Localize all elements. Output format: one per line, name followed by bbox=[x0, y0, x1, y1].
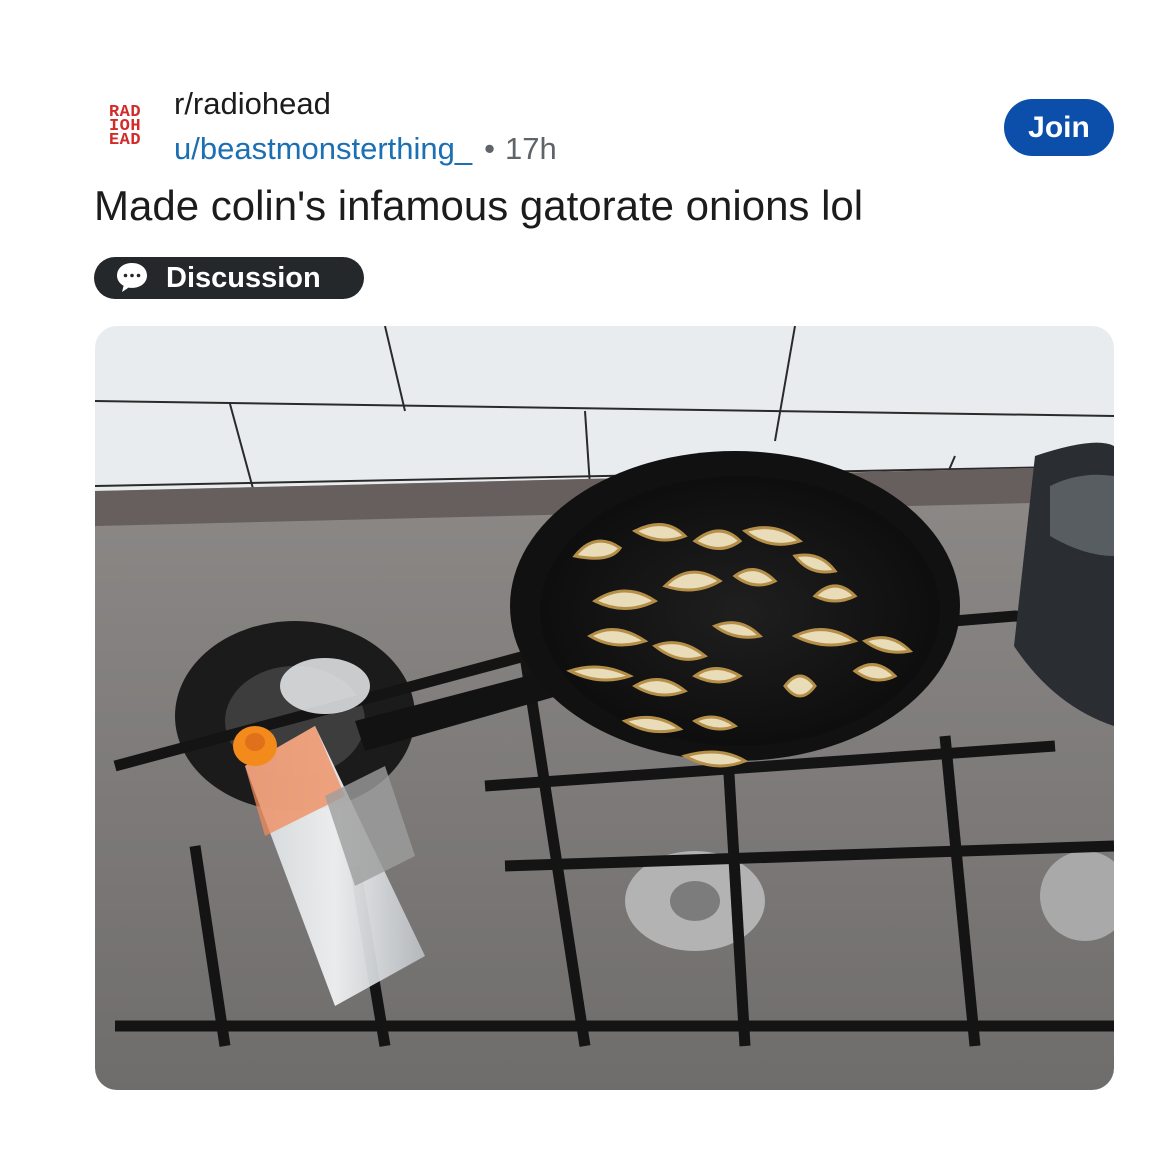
post-flair[interactable]: Discussion bbox=[94, 257, 364, 299]
flair-label: Discussion bbox=[166, 261, 321, 294]
bottle-cap bbox=[280, 658, 370, 714]
join-button[interactable]: Join bbox=[1004, 99, 1114, 156]
meta-separator: • bbox=[484, 131, 495, 166]
post-card: RAD IOH EAD r/radiohead u/beastmonsterth… bbox=[0, 0, 1170, 1170]
avatar-line: EAD bbox=[108, 131, 142, 150]
post-title[interactable]: Made colin's infamous gatorate onions lo… bbox=[94, 182, 863, 230]
post-image[interactable] bbox=[95, 326, 1114, 1090]
speech-bubble-icon bbox=[117, 263, 147, 292]
author-username[interactable]: u/beastmonsterthing_ bbox=[174, 131, 472, 166]
community-avatar[interactable]: RAD IOH EAD bbox=[96, 98, 154, 156]
post-age: 17h bbox=[505, 131, 557, 166]
post-meta: u/beastmonsterthing_ • 17h bbox=[174, 131, 557, 167]
community-name[interactable]: r/radiohead bbox=[174, 86, 331, 122]
